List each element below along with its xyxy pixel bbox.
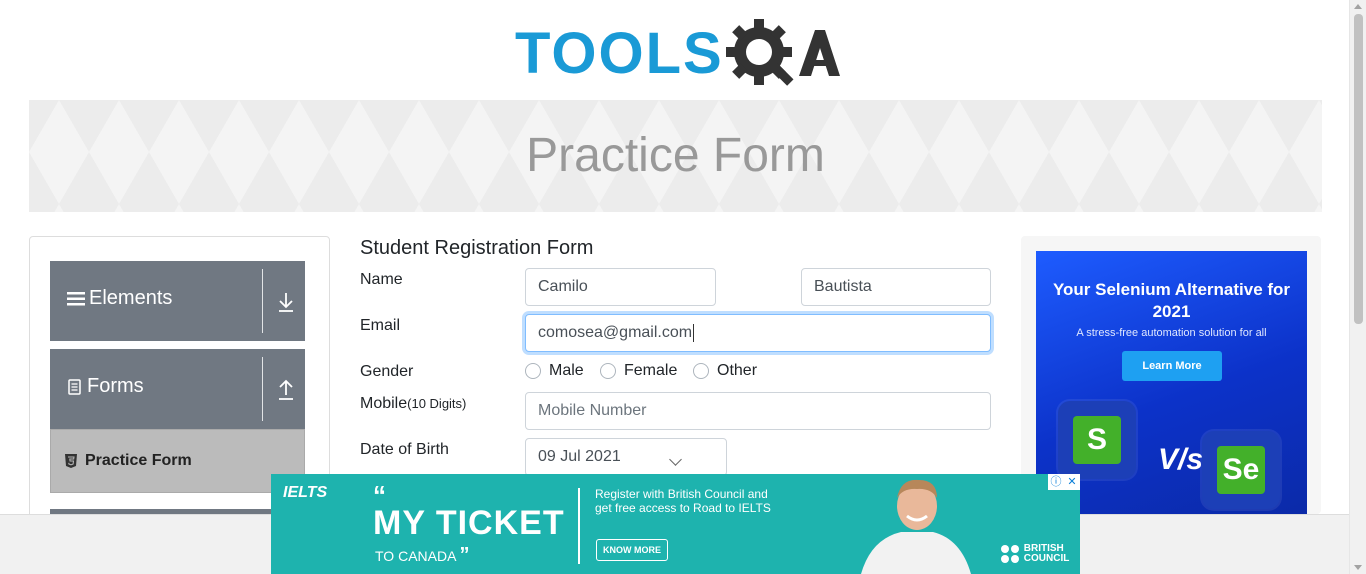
quote-icon: ” [459,544,470,566]
sidebar-group-elements[interactable]: Elements [50,261,305,341]
gear-magnifier-icon [726,19,840,86]
radio-label: Other [717,362,758,379]
scroll-up-icon[interactable] [1354,4,1362,9]
sidebar-group-label: Forms [87,375,144,397]
ad-subheadline-text: TO CANADA [375,548,456,564]
gender-radio-male[interactable]: Male [525,362,584,380]
versus-text: V/s [1158,443,1204,476]
logo-text: TOOLS [515,21,724,86]
dots-icon [1001,545,1019,563]
dob-label: Date of Birth [360,441,449,458]
divider [262,357,263,421]
form-title: Student Registration Form [360,237,594,259]
radio-circle [525,363,541,379]
person-photo [861,479,971,574]
info-icon[interactable]: ⓘ [1048,474,1064,490]
radio-label: Male [549,362,584,379]
radio-circle [600,363,616,379]
selenium-logo: Se [1217,446,1265,494]
gender-radio-other[interactable]: Other [693,362,757,380]
date-of-birth-input[interactable]: 09 Jul 2021 [525,438,727,476]
scrollbar-thumb[interactable] [1354,14,1363,324]
british-council-logo: BRITISH COUNCIL [1001,544,1069,564]
mobile-input[interactable]: Mobile Number [525,392,991,430]
ad-controls: ⓘ ✕ [1048,474,1080,490]
html5-icon [65,454,77,468]
divider [262,269,263,333]
ad-headline: MY TICKET [373,504,565,542]
selenium-tile: Se [1202,431,1280,509]
menu-icon [67,291,85,305]
first-name-input[interactable]: Camilo [525,268,716,306]
sidebar-group-label: Elements [89,287,173,309]
email-input[interactable]: comosea@gmail.com [525,314,991,352]
radio-circle [693,363,709,379]
mobile-label-text: Mobile [360,395,408,412]
ad-bottom-banner[interactable]: IELTS “ MY TICKET TO CANADA ” Register w… [271,474,1080,574]
name-label: Name [360,271,403,288]
last-name-input[interactable]: Bautista [801,268,991,306]
close-icon[interactable]: ✕ [1064,474,1080,490]
download-arrow-icon[interactable] [276,291,296,313]
mobile-label: Mobile(10 Digits) [360,395,466,413]
ad-subtitle: A stress-free automation solution for al… [1076,327,1267,339]
katalon-logo: S [1073,416,1121,464]
katalon-tile: S [1058,401,1136,479]
upload-arrow-icon[interactable] [276,379,296,401]
scroll-down-icon[interactable] [1354,565,1362,570]
sponsor-line2: COUNCIL [1023,553,1070,564]
radio-label: Female [624,362,678,379]
ad-right[interactable]: Your Selenium Alternative for 2021 A str… [1021,236,1321,514]
page-banner: Practice Form [29,100,1322,212]
document-icon [68,378,81,395]
sidebar-item-label: Practice Form [85,452,192,469]
vertical-scrollbar[interactable] [1349,0,1366,574]
dob-value: 09 Jul 2021 [538,448,621,465]
ad-message: Register with British Council and get fr… [595,487,771,515]
sidebar-item-practice-form[interactable]: Practice Form [50,429,305,493]
sidebar-group-forms[interactable]: Forms [50,349,305,429]
ad-subheadline: TO CANADA ” [375,544,470,567]
email-label: Email [360,317,401,334]
mobile-hint: (10 Digits) [407,396,467,411]
toolsqa-logo[interactable]: TOOLS [515,16,840,92]
learn-more-button[interactable]: Learn More [1122,351,1222,381]
ielts-logo: IELTS [283,484,328,501]
ad-title: Your Selenium Alternative for 2021 [1052,280,1291,321]
know-more-button[interactable]: KNOW MORE [596,539,668,561]
gender-label: Gender [360,363,414,380]
page: TOOLS Practice Form Elements Forms Pract… [0,0,1366,574]
email-value: comosea@gmail.com [538,324,693,341]
page-title: Practice Form [526,129,825,182]
gender-radio-female[interactable]: Female [600,362,677,380]
text-cursor [693,323,695,342]
divider [578,488,580,564]
chevron-down-icon [669,453,682,466]
